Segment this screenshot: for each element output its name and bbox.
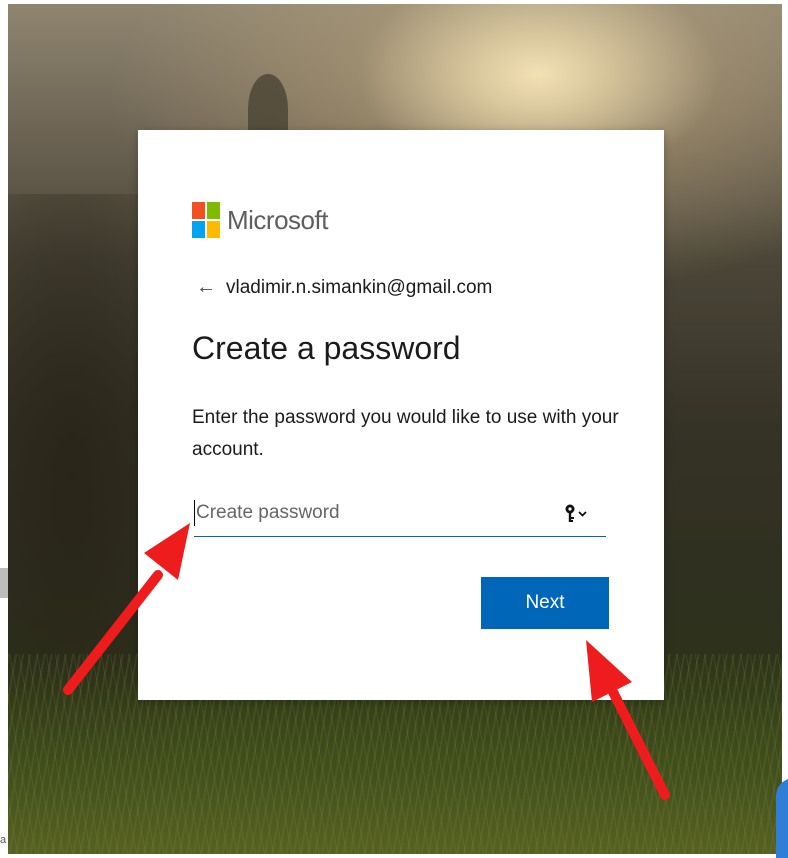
logo-square [207,221,220,238]
account-email: vladimir.n.simankin@gmail.com [226,276,493,298]
identity-banner[interactable]: ← vladimir.n.simankin@gmail.com [196,276,492,299]
sign-in-card: Microsoft ← vladimir.n.simankin@gmail.co… [138,130,664,700]
back-arrow-icon[interactable]: ← [196,276,216,299]
page-description: Enter the password you would like to use… [192,407,619,460]
edge-text: a [0,834,7,846]
microsoft-logo: Microsoft [192,202,328,239]
logo-square [192,202,205,219]
password-field[interactable] [194,494,606,537]
next-button[interactable]: Next [481,577,609,629]
brand-name: Microsoft [227,205,328,235]
key-icon [565,504,587,522]
logo-square [207,202,220,219]
key-dropdown-icon[interactable] [564,502,590,526]
logo-square [192,221,205,238]
microsoft-logo-icon [192,202,221,239]
page-title: Create a password [192,330,461,366]
left-edge-strip [0,568,8,598]
password-input[interactable] [194,496,556,530]
right-edge-widget [776,778,788,858]
text-caret [194,500,195,526]
